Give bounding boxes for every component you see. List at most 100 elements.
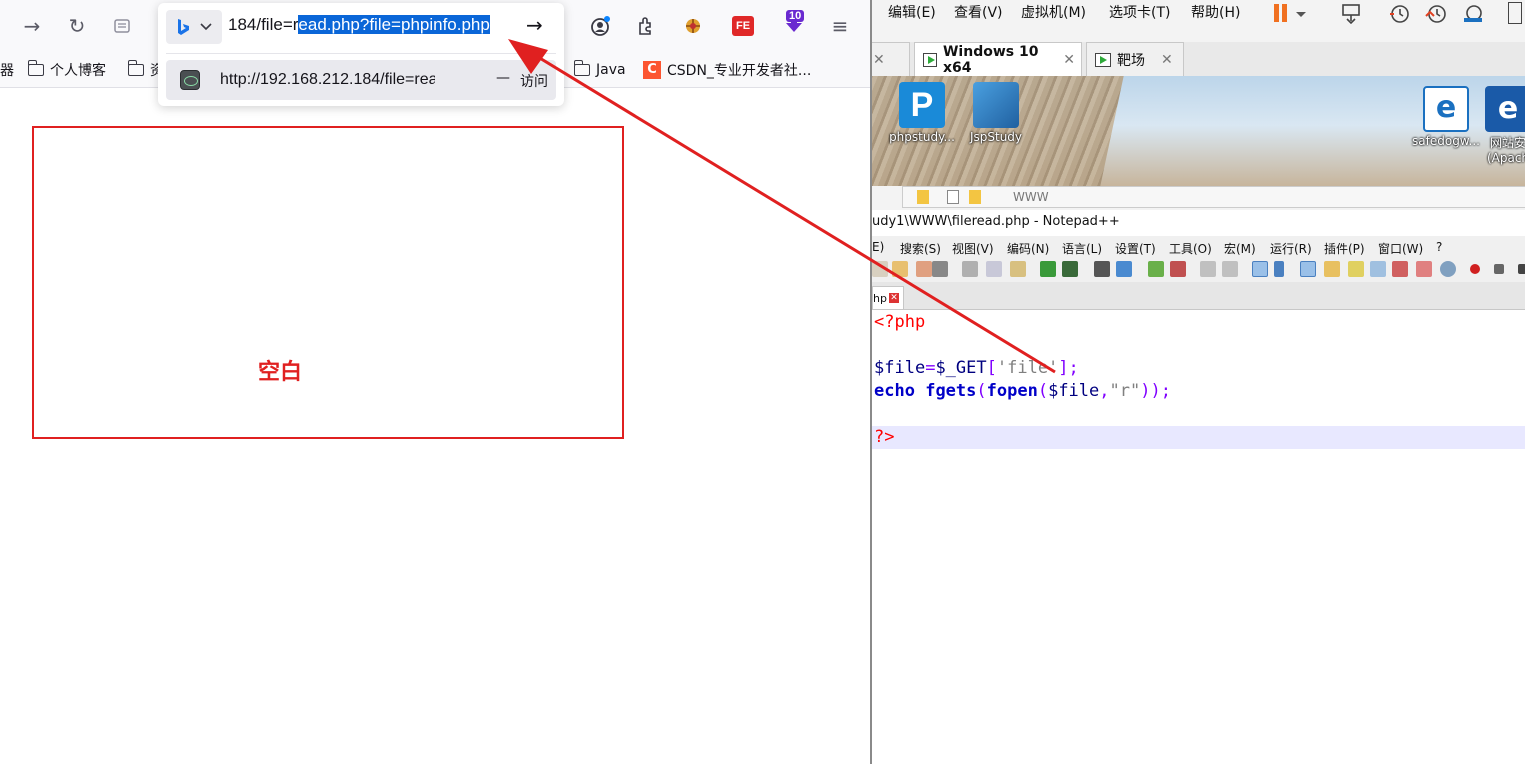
reload-icon[interactable]: ↻	[63, 12, 91, 40]
open-icon[interactable]	[872, 261, 888, 277]
play-macro-icon[interactable]	[1518, 264, 1525, 274]
snapshot-icon[interactable]	[1388, 2, 1410, 24]
npp-menu-plugins[interactable]: 插件(P)	[1324, 240, 1365, 257]
hamburger-menu-icon[interactable]: ≡	[826, 12, 854, 40]
current-line-highlight	[872, 426, 1525, 449]
vm-tab-previous[interactable]: ✕	[872, 42, 910, 76]
stop-macro-icon[interactable]	[1494, 264, 1504, 274]
vm-running-icon	[1095, 52, 1111, 67]
bookmark-folder-blog[interactable]: 个人博客	[27, 60, 106, 80]
guest-desktop: P phpstudy... JspStudy e safedogw... e 网…	[872, 76, 1525, 186]
function-list-icon[interactable]	[1370, 261, 1386, 277]
indent-guide-icon[interactable]	[1300, 261, 1316, 277]
bookmark-csdn[interactable]: C CSDN_专业开发者社...	[643, 60, 811, 80]
udl-icon[interactable]	[1324, 261, 1340, 277]
code-editor[interactable]: <?php $file=$_GET['file']; echo fgets(fo…	[872, 310, 1525, 764]
zoom-out-icon[interactable]	[1170, 261, 1186, 277]
chevron-down-icon	[200, 23, 212, 31]
npp-menu-settings[interactable]: 设置(T)	[1115, 240, 1156, 257]
folder-as-workspace-icon[interactable]	[1392, 261, 1408, 277]
doc-map-icon[interactable]	[1348, 261, 1364, 277]
website-security-icon: e	[1485, 86, 1525, 132]
menu-tabs[interactable]: 选项卡(T)	[1109, 2, 1170, 22]
properties-icon	[947, 190, 959, 204]
npp-menu-run[interactable]: 运行(R)	[1270, 240, 1312, 257]
close-icon[interactable]: ✕	[1063, 52, 1075, 68]
browser-window: → ↻ FE 10 ≡ 器 个人博客 资 Java C CSDN_专业开发者社..…	[0, 0, 870, 764]
bookmark-item[interactable]: 器	[0, 60, 14, 80]
paste-icon[interactable]	[1010, 261, 1026, 277]
code-line-1: <?php	[874, 312, 926, 332]
hackbar-extension-icon[interactable]	[679, 12, 707, 40]
find-icon[interactable]	[1094, 261, 1110, 277]
explorer-titlebar: WWW	[902, 186, 1525, 208]
notepad-toolbar	[872, 258, 1525, 282]
forward-icon[interactable]: →	[18, 12, 46, 40]
revert-snapshot-icon[interactable]	[1425, 2, 1447, 24]
url-suggestion[interactable]: http://192.168.212.184/file=read — 访问	[166, 60, 556, 100]
search-engine-button[interactable]	[166, 10, 222, 44]
npp-menu-view[interactable]: 视图(V)	[952, 240, 994, 257]
menu-view[interactable]: 查看(V)	[954, 2, 1003, 22]
pause-icon[interactable]	[1270, 2, 1292, 24]
desktop-icon-safedog[interactable]: e safedogw...	[1406, 80, 1486, 148]
record-macro-icon[interactable]	[1470, 264, 1480, 274]
npp-menu-encoding[interactable]: 编码(N)	[1007, 240, 1049, 257]
copy-icon[interactable]	[986, 261, 1002, 277]
csdn-icon: C	[643, 61, 661, 79]
menu-vm[interactable]: 虚拟机(M)	[1021, 2, 1086, 22]
npp-menu-help[interactable]: ?	[1436, 240, 1442, 254]
show-all-chars-icon[interactable]	[1274, 261, 1284, 277]
print-icon[interactable]	[932, 261, 948, 277]
download-extension-icon[interactable]: 10	[780, 10, 808, 40]
vm-tab-target[interactable]: 靶场 ✕	[1086, 42, 1184, 76]
bookmark-folder-java[interactable]: Java	[573, 60, 626, 80]
desktop-icon-phpstudy[interactable]: P phpstudy...	[882, 76, 962, 144]
npp-menu-language[interactable]: 语言(L)	[1062, 240, 1102, 257]
urlbar-dropdown: 184/file=read.php?file=phpinfo.php → htt…	[158, 3, 564, 106]
notepad-tabbar: hp ✕	[872, 282, 1525, 310]
desktop-icon-jspstudy[interactable]: JspStudy	[956, 76, 1036, 144]
sync-horizontal-icon[interactable]	[1222, 261, 1238, 277]
go-arrow-icon[interactable]: →	[526, 13, 543, 37]
word-wrap-icon[interactable]	[1252, 261, 1268, 277]
desktop-icon-website-security[interactable]: e 网站安 (Apach	[1478, 80, 1525, 165]
npp-menu-search[interactable]: 搜索(S)	[900, 240, 941, 257]
account-icon[interactable]	[586, 12, 614, 40]
fe-helper-extension-icon[interactable]: FE	[729, 12, 757, 40]
code-line-3: $file=$_GET['file'];	[874, 358, 1079, 378]
vm-tab-windows10[interactable]: Windows 10 x64 ✕	[914, 42, 1082, 76]
fullscreen-icon[interactable]	[1508, 2, 1522, 24]
save-icon[interactable]	[892, 261, 908, 277]
snapshot-manager-icon[interactable]	[1462, 2, 1484, 24]
open-folder-icon[interactable]	[1416, 261, 1432, 277]
notepad-menubar: E) 搜索(S) 视图(V) 编码(N) 语言(L) 设置(T) 工具(O) 宏…	[872, 236, 1525, 258]
undo-icon[interactable]	[1040, 261, 1056, 277]
npp-menu-window[interactable]: 窗口(W)	[1378, 240, 1423, 257]
code-line-4: echo fgets(fopen($file,"r"));	[874, 381, 1171, 401]
sync-vertical-icon[interactable]	[1200, 261, 1216, 277]
reader-view-icon[interactable]	[108, 12, 136, 40]
notepad-file-tab[interactable]: hp ✕	[872, 286, 904, 309]
cut-icon[interactable]	[962, 261, 978, 277]
npp-menu-edit[interactable]: E)	[872, 240, 884, 254]
save-all-icon[interactable]	[916, 261, 932, 277]
extension-badge: 10	[786, 10, 805, 22]
url-input[interactable]: 184/file=read.php?file=phpinfo.php	[228, 15, 490, 35]
send-ctrl-alt-del-icon[interactable]	[1340, 2, 1362, 24]
menu-help[interactable]: 帮助(H)	[1191, 2, 1240, 22]
npp-menu-tools[interactable]: 工具(O)	[1169, 240, 1212, 257]
replace-icon[interactable]	[1116, 261, 1132, 277]
close-icon[interactable]: ✕	[873, 52, 885, 68]
menu-edit[interactable]: 编辑(E)	[888, 2, 936, 22]
close-icon[interactable]: ✕	[888, 293, 899, 303]
folder-icon	[127, 60, 144, 76]
npp-menu-macro[interactable]: 宏(M)	[1224, 240, 1256, 257]
chevron-down-icon[interactable]	[1294, 4, 1308, 26]
redo-icon[interactable]	[1062, 261, 1078, 277]
divider	[166, 53, 556, 54]
extensions-icon[interactable]	[632, 12, 660, 40]
zoom-in-icon[interactable]	[1148, 261, 1164, 277]
close-icon[interactable]: ✕	[1161, 52, 1173, 68]
monitoring-icon[interactable]	[1440, 261, 1456, 277]
